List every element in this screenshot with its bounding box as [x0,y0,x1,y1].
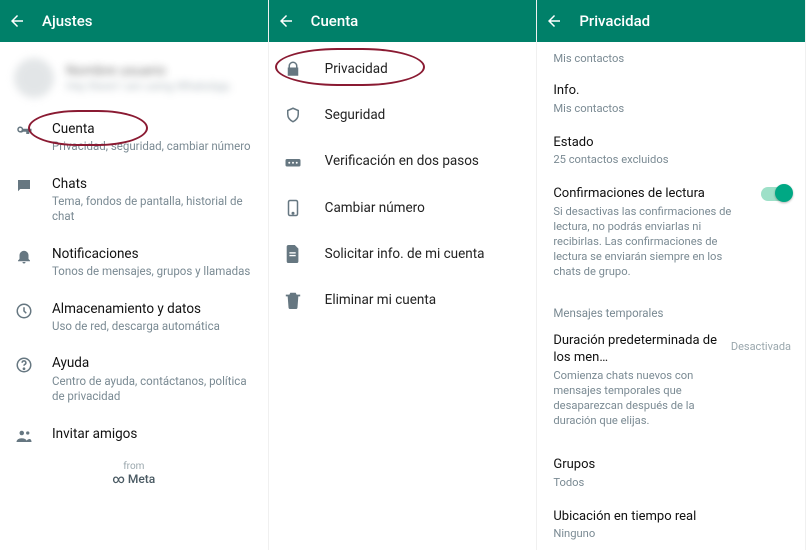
settings-item-storage[interactable]: Almacenamiento y datos Uso de red, desca… [0,290,268,345]
privacy-sub: Comienza chats nuevos con mensajes tempo… [553,368,725,428]
ephemeral-status: Desactivada [731,340,791,353]
appbar-privacy: Privacidad [537,0,805,42]
privacy-sub: Si desactivas las confirmaciones de lect… [553,204,749,280]
meta-logo-icon: ∞ [112,472,127,486]
privacy-title: Confirmaciones de lectura [553,185,749,203]
privacy-column: Privacidad Mis contactos Info. Mis conta… [537,0,806,550]
privacy-title: Ubicación en tiempo real [553,508,789,526]
chat-icon [14,175,34,195]
setting-title: Ayuda [52,354,254,372]
privacy-sub: Mis contactos [553,101,789,116]
setting-sub: Tonos de mensajes, grupos y llamadas [52,264,254,280]
pin-icon [283,155,303,169]
doc-icon [283,245,303,263]
account-item-label: Eliminar mi cuenta [325,291,436,309]
profile-status: Hey there! I am using WhatsApp. [66,79,232,93]
account-item-label: Verificación en dos pasos [325,152,479,170]
trash-icon [283,291,303,309]
settings-item-chats[interactable]: Chats Tema, fondos de pantalla, historia… [0,165,268,235]
shield-icon [283,106,303,124]
settings-column: Ajustes Nombre usuario Hey there! I am u… [0,0,269,550]
profile-row[interactable]: Nombre usuario Hey there! I am using Wha… [0,46,268,110]
setting-sub: Uso de red, descarga automática [52,319,254,335]
back-icon[interactable] [545,12,563,30]
privacy-item-info[interactable]: Info. Mis contactos [537,74,805,126]
account-item-label: Seguridad [325,106,386,124]
section-header-ephemeral: Mensajes temporales [537,290,805,324]
footer-brand: Meta [128,472,155,486]
account-item-change-number[interactable]: Cambiar número [269,185,537,231]
lock-icon [283,60,303,78]
back-icon[interactable] [8,12,26,30]
account-item-request-info[interactable]: Solicitar info. de mi cuenta [269,231,537,277]
settings-item-notifications[interactable]: Notificaciones Tonos de mensajes, grupos… [0,235,268,290]
privacy-sub: Ninguno [553,526,789,541]
profile-name: Nombre usuario [66,63,232,79]
help-icon [14,354,34,374]
read-receipts-toggle[interactable] [761,187,791,201]
appbar-settings: Ajustes [0,0,268,42]
privacy-title: Duración predeterminada de los men… [553,332,725,367]
footer-from: from [0,461,268,472]
setting-sub: Centro de ayuda, contáctanos, política d… [52,374,254,405]
key-icon [14,120,34,140]
privacy-sub: Mis contactos [553,51,789,66]
account-item-label: Cambiar número [325,199,425,217]
privacy-sub: 25 contactos excluidos [553,152,789,167]
privacy-item-live-location[interactable]: Ubicación en tiempo real Ninguno [537,500,805,550]
settings-item-help[interactable]: Ayuda Centro de ayuda, contáctanos, polí… [0,344,268,414]
settings-item-invite[interactable]: Invitar amigos [0,415,268,455]
account-item-2step[interactable]: Verificación en dos pasos [269,138,537,184]
setting-sub: Tema, fondos de pantalla, historial de c… [52,194,254,225]
setting-title: Cuenta [52,120,254,138]
privacy-title: Info. [553,82,789,100]
privacy-title: Grupos [553,456,789,474]
account-item-label: Solicitar info. de mi cuenta [325,245,485,263]
setting-title: Almacenamiento y datos [52,300,254,318]
privacy-title: Estado [553,134,789,152]
appbar-account: Cuenta [269,0,537,42]
account-item-delete[interactable]: Eliminar mi cuenta [269,277,537,323]
privacy-item-ephemeral[interactable]: Duración predeterminada de los men… Comi… [537,324,805,439]
setting-title: Chats [52,175,254,193]
account-item-privacy[interactable]: Privacidad [269,46,537,92]
data-icon [14,300,34,320]
invite-icon [14,425,34,445]
settings-item-account[interactable]: Cuenta Privacidad, seguridad, cambiar nú… [0,110,268,165]
account-column: Cuenta Privacidad Seguridad Verificación… [269,0,538,550]
privacy-item-groups[interactable]: Grupos Todos [537,448,805,500]
avatar [14,58,54,98]
back-icon[interactable] [277,12,295,30]
bell-icon [14,245,34,265]
footer-meta: from ∞ Meta [0,455,268,498]
privacy-item-lastseen[interactable]: Mis contactos [537,46,805,74]
setting-sub: Privacidad, seguridad, cambiar número [52,139,254,155]
setting-title: Invitar amigos [52,425,254,443]
appbar-title: Cuenta [311,12,359,30]
setting-title: Notificaciones [52,245,254,263]
account-item-security[interactable]: Seguridad [269,92,537,138]
account-item-label: Privacidad [325,60,388,78]
privacy-item-read-receipts[interactable]: Confirmaciones de lectura Si desactivas … [537,177,805,289]
privacy-sub: Todos [553,475,789,490]
appbar-title: Ajustes [42,12,93,30]
appbar-title: Privacidad [579,12,650,30]
privacy-item-status[interactable]: Estado 25 contactos excluidos [537,126,805,178]
phone-icon [283,199,303,217]
